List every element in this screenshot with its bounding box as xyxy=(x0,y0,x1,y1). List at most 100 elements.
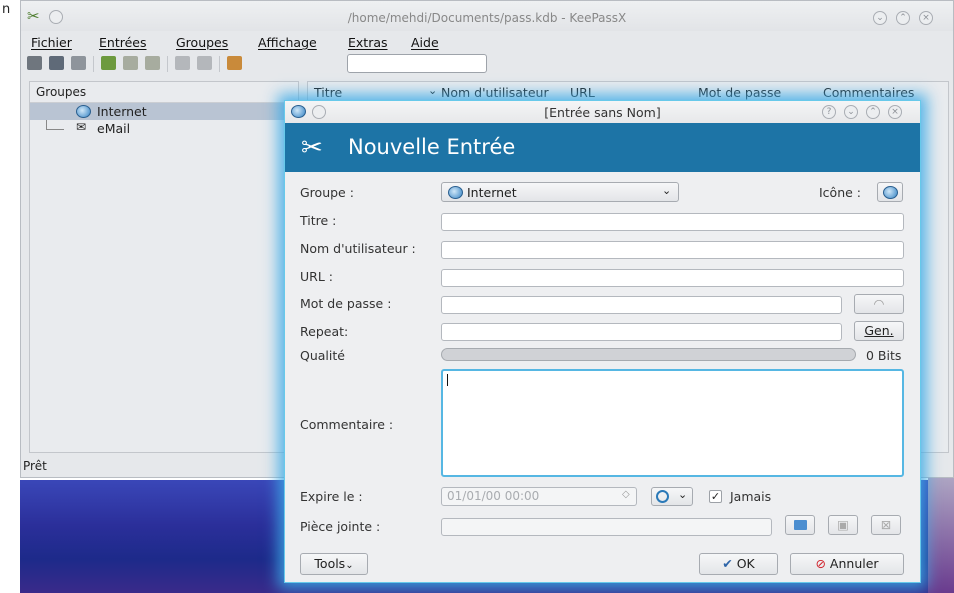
menubar: Fichier Entrées Groupes Affichage Extras… xyxy=(21,31,953,53)
ok-button[interactable]: ✔ OK xyxy=(699,553,778,575)
menu-affichage[interactable]: Affichage xyxy=(258,35,317,50)
add-entry-icon[interactable] xyxy=(101,56,116,70)
cancel-icon: ⊘ xyxy=(815,556,826,571)
expires-datetime-input[interactable]: 01/01/00 00:00 ◇ xyxy=(441,487,637,506)
desktop-left-edge: n xyxy=(0,0,20,593)
toolbar-separator xyxy=(219,56,220,72)
expires-datetime-value: 01/01/00 00:00 xyxy=(447,489,540,503)
password-quality-bar xyxy=(441,348,856,361)
column-header-password[interactable]: Mot de passe xyxy=(698,85,781,100)
toggle-password-visibility-button[interactable]: ◠ xyxy=(854,294,904,314)
copy-username-icon[interactable] xyxy=(175,56,190,70)
copy-password-icon[interactable] xyxy=(197,56,212,70)
internet-group-icon xyxy=(76,105,91,118)
edit-entry-icon[interactable] xyxy=(123,56,138,70)
attachment-label: Pièce jointe : xyxy=(300,519,381,534)
keepassx-logo-icon: ✂ xyxy=(301,133,323,163)
chevron-down-icon: ⌄ xyxy=(678,488,688,501)
column-header-url[interactable]: URL xyxy=(570,85,595,100)
new-database-icon[interactable] xyxy=(27,56,42,70)
url-input[interactable] xyxy=(441,269,904,287)
never-expires-label: Jamais xyxy=(730,489,772,504)
dialog-maximize-button[interactable]: ⌃ xyxy=(866,105,880,119)
close-button[interactable]: × xyxy=(919,11,933,25)
email-group-icon: ✉ xyxy=(76,120,87,134)
dialog-close-button[interactable]: × xyxy=(888,105,902,119)
username-label: Nom d'utilisateur : xyxy=(300,241,416,256)
generate-password-button[interactable]: Gen. xyxy=(854,321,904,341)
check-icon: ✔ xyxy=(722,556,733,571)
attachment-field xyxy=(441,518,772,536)
remove-attachment-button[interactable]: ⊠ xyxy=(871,515,901,535)
expires-label: Expire le : xyxy=(300,489,363,504)
chevron-down-icon: ⌄ xyxy=(345,560,354,571)
dialog-banner-title: Nouvelle Entrée xyxy=(348,135,516,159)
toolbar xyxy=(21,53,953,75)
menu-entrees[interactable]: Entrées xyxy=(99,35,146,50)
main-titlebar: ✂ /home/mehdi/Documents/pass.kdb - KeePa… xyxy=(21,1,953,31)
folder-open-icon xyxy=(794,520,807,530)
cancel-button-label: Annuler xyxy=(829,556,879,571)
chevron-down-icon: ⌄ xyxy=(662,184,672,197)
open-database-icon[interactable] xyxy=(49,56,64,70)
password-label: Mot de passe : xyxy=(300,296,392,311)
quality-label: Qualité xyxy=(300,348,345,363)
toolbar-separator xyxy=(93,56,94,72)
add-attachment-button[interactable] xyxy=(785,515,815,535)
checkmark-icon: ✓ xyxy=(710,490,721,503)
save-attachment-button[interactable]: ▣ xyxy=(828,515,858,535)
dialog-titlebar: [Entrée sans Nom] ? ⌄ ⌃ × xyxy=(285,101,920,123)
group-label: Internet xyxy=(97,104,147,119)
menu-groupes[interactable]: Groupes xyxy=(176,35,228,50)
clock-icon xyxy=(656,490,669,503)
maximize-button[interactable]: ⌃ xyxy=(896,11,910,25)
menu-aide[interactable]: Aide xyxy=(411,35,439,50)
column-header-titre[interactable]: Titre xyxy=(314,85,342,100)
comment-label: Commentaire : xyxy=(300,417,394,432)
column-header-comments[interactable]: Commentaires xyxy=(823,85,914,100)
lock-workspace-icon[interactable] xyxy=(227,56,242,70)
menu-extras[interactable]: Extras xyxy=(348,35,388,50)
spinner-icon: ◇ xyxy=(622,489,630,500)
minimize-button[interactable]: ⌄ xyxy=(873,11,887,25)
desktop-edge-text: n xyxy=(2,2,11,17)
text-cursor xyxy=(447,374,448,386)
quick-search-input[interactable] xyxy=(347,54,487,73)
internet-group-icon xyxy=(448,186,463,199)
cancel-button[interactable]: ⊘ Annuler xyxy=(790,553,904,575)
group-label: eMail xyxy=(97,121,131,136)
groups-header: Groupes xyxy=(30,82,298,103)
groups-header-label: Groupes xyxy=(36,85,87,99)
sort-chevron-icon[interactable]: ⌄ xyxy=(428,84,437,97)
tools-button-label: Tools xyxy=(314,556,346,571)
eye-icon: ◠ xyxy=(873,296,885,311)
group-select[interactable]: Internet ⌄ xyxy=(441,182,679,202)
comment-textarea[interactable] xyxy=(441,369,904,477)
tools-button[interactable]: Tools⌄ xyxy=(300,553,368,575)
dialog-minimize-button[interactable]: ⌄ xyxy=(844,105,858,119)
groups-pane: Groupes Internet ✉ eMail xyxy=(29,81,299,453)
group-label: Groupe : xyxy=(300,185,354,200)
delete-entry-icon[interactable] xyxy=(145,56,160,70)
icon-label: Icône : xyxy=(819,185,862,200)
group-item-email[interactable]: ✉ eMail xyxy=(30,120,298,137)
expiry-presets-button[interactable]: ⌄ xyxy=(651,487,693,506)
internet-group-icon xyxy=(883,186,898,199)
quality-bits-text: 0 Bits xyxy=(866,348,902,363)
title-input[interactable] xyxy=(441,213,904,231)
save-database-icon[interactable] xyxy=(71,56,86,70)
never-expires-checkbox[interactable]: ✓ xyxy=(709,490,722,503)
dialog-help-button[interactable]: ? xyxy=(822,105,836,119)
password-input[interactable] xyxy=(441,296,842,314)
icon-picker-button[interactable] xyxy=(877,182,903,202)
username-input[interactable] xyxy=(441,241,904,259)
group-item-internet[interactable]: Internet xyxy=(30,103,298,120)
url-label: URL : xyxy=(300,269,333,284)
ok-button-label: OK xyxy=(736,556,755,571)
column-header-username[interactable]: Nom d'utilisateur xyxy=(441,85,549,100)
new-entry-dialog: [Entrée sans Nom] ? ⌄ ⌃ × ✂ Nouvelle Ent… xyxy=(284,100,921,583)
repeat-password-input[interactable] xyxy=(441,323,842,341)
menu-fichier[interactable]: Fichier xyxy=(31,35,72,50)
delete-icon: ⊠ xyxy=(880,517,892,532)
window-title: /home/mehdi/Documents/pass.kdb - KeePass… xyxy=(347,11,627,25)
